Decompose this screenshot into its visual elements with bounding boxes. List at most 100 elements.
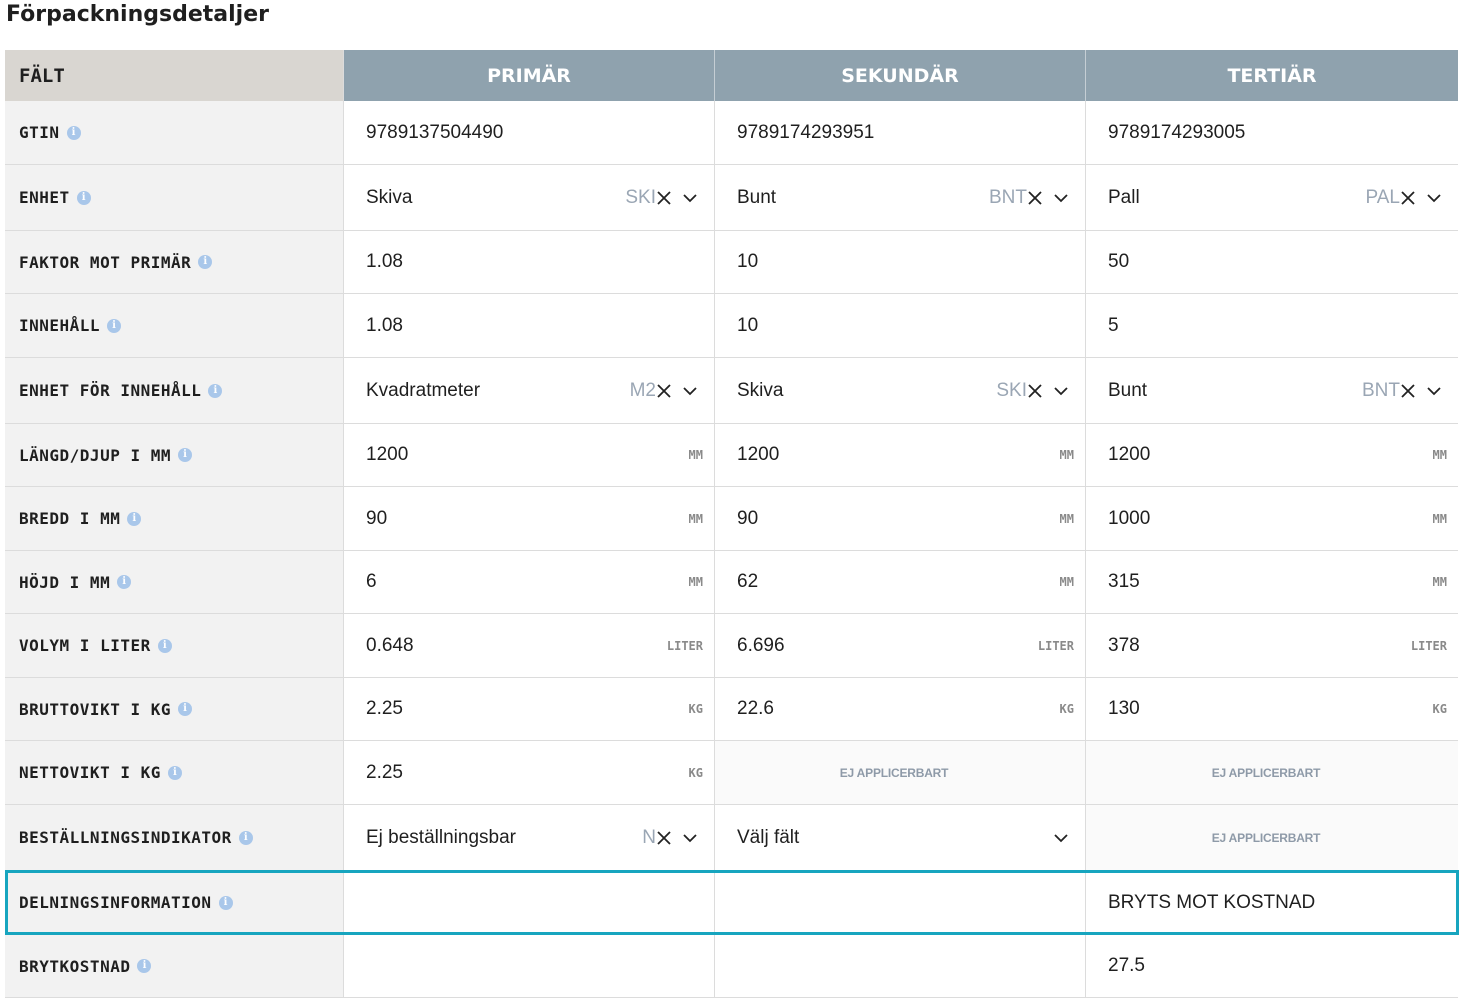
- bestallning-tertiary-na: EJ APPLICERBART: [1086, 805, 1458, 870]
- langd-tertiary-input[interactable]: 1200 MM: [1086, 424, 1458, 486]
- enhet-innehall-secondary-select[interactable]: Skiva SKI: [715, 358, 1086, 423]
- x-icon[interactable]: [1400, 190, 1416, 206]
- innehall-primary-input[interactable]: 1.08: [344, 294, 715, 357]
- field-label: LÄNGD/DJUP I MM: [19, 445, 171, 465]
- info-icon[interactable]: i: [167, 765, 182, 780]
- unit-label: MM: [1059, 575, 1074, 589]
- hojd-tertiary-input[interactable]: 315 MM: [1086, 551, 1458, 613]
- brytkostnad-tertiary-input[interactable]: 27.5: [1086, 935, 1458, 997]
- info-icon[interactable]: i: [117, 575, 132, 589]
- info-icon[interactable]: i: [178, 702, 192, 716]
- netto-primary-input[interactable]: 2.25 KG: [344, 741, 715, 804]
- select-value: Ej beställningsbar: [366, 826, 516, 848]
- bredd-secondary-input[interactable]: 90 MM: [715, 487, 1086, 550]
- volym-primary-input[interactable]: 0.648 LITER: [344, 614, 715, 677]
- chevron-down-icon[interactable]: [1426, 190, 1442, 206]
- info-icon[interactable]: i: [66, 125, 81, 140]
- info-icon[interactable]: i: [198, 255, 213, 269]
- cell-value: 9789137504490: [366, 121, 504, 143]
- brutto-tertiary-input[interactable]: 130 KG: [1086, 678, 1458, 740]
- enhet-secondary-select[interactable]: Bunt BNT: [715, 165, 1086, 230]
- unit-code: BNT: [989, 186, 1027, 208]
- field-label-cell: BREDD I MM i: [5, 487, 344, 550]
- table-row: ENHET i Skiva SKI Bunt BNT Pall PAL: [5, 165, 1458, 231]
- info-icon[interactable]: i: [137, 959, 152, 973]
- select-value: Skiva: [737, 379, 784, 401]
- page-title: Förpackningsdetaljer: [6, 2, 269, 27]
- gtin-primary-input[interactable]: 9789137504490: [344, 101, 715, 164]
- volym-secondary-input[interactable]: 6.696 LITER: [715, 614, 1086, 677]
- chevron-down-icon[interactable]: [682, 190, 698, 206]
- info-icon[interactable]: i: [178, 448, 192, 462]
- delning-primary-input[interactable]: [344, 871, 715, 934]
- unit-label: MM: [688, 575, 703, 589]
- select-placeholder: Välj fält: [737, 826, 800, 848]
- info-icon[interactable]: i: [157, 638, 172, 653]
- x-icon[interactable]: [1027, 190, 1043, 206]
- unit-label: MM: [1059, 448, 1074, 462]
- chevron-down-icon[interactable]: [1426, 383, 1442, 399]
- hojd-primary-input[interactable]: 6 MM: [344, 551, 715, 613]
- info-icon[interactable]: i: [107, 318, 122, 333]
- unit-label: LITER: [1410, 638, 1447, 653]
- table-row: LÄNGD/DJUP I MM i 1200 MM 1200 MM 1200 MM: [5, 424, 1458, 487]
- cell-value: 90: [366, 507, 388, 529]
- info-icon[interactable]: i: [127, 511, 142, 526]
- brytkostnad-secondary-input[interactable]: [715, 935, 1086, 997]
- gtin-secondary-input[interactable]: 9789174293951: [715, 101, 1086, 164]
- cell-value: BRYTS MOT KOSTNAD: [1108, 891, 1316, 913]
- langd-secondary-input[interactable]: 1200 MM: [715, 424, 1086, 486]
- enhet-innehall-tertiary-select[interactable]: Bunt BNT: [1086, 358, 1458, 423]
- volym-tertiary-input[interactable]: 378 LITER: [1086, 614, 1458, 677]
- gtin-tertiary-input[interactable]: 9789174293005: [1086, 101, 1458, 164]
- field-label-cell: BESTÄLLNINGSINDIKATOR i: [5, 805, 344, 870]
- innehall-tertiary-input[interactable]: 5: [1086, 294, 1458, 357]
- delning-tertiary-input[interactable]: BRYTS MOT KOSTNAD: [1086, 871, 1458, 934]
- table-header: FÄLT PRIMÄR SEKUNDÄR TERTIÄR: [5, 50, 1458, 101]
- field-label: FAKTOR MOT PRIMÄR: [19, 252, 192, 272]
- bredd-primary-input[interactable]: 90 MM: [344, 487, 715, 550]
- faktor-primary-input[interactable]: 1.08: [344, 231, 715, 293]
- brutto-secondary-input[interactable]: 22.6 KG: [715, 678, 1086, 740]
- hojd-secondary-input[interactable]: 62 MM: [715, 551, 1086, 613]
- field-label-cell: FAKTOR MOT PRIMÄR i: [5, 231, 344, 293]
- enhet-primary-select[interactable]: Skiva SKI: [344, 165, 715, 230]
- cell-value: 6: [366, 571, 377, 592]
- netto-secondary-na: EJ APPLICERBART: [715, 741, 1086, 804]
- faktor-tertiary-input[interactable]: 50: [1086, 231, 1458, 293]
- info-icon[interactable]: i: [208, 383, 223, 398]
- unit-label: LITER: [1037, 638, 1074, 653]
- field-label-cell: ENHET FÖR INNEHÅLL i: [5, 358, 344, 423]
- info-icon[interactable]: i: [218, 895, 233, 910]
- x-icon[interactable]: [1027, 383, 1043, 399]
- cell-value: 62: [737, 571, 759, 592]
- bestallning-primary-select[interactable]: Ej beställningsbar N: [344, 805, 715, 870]
- faktor-secondary-input[interactable]: 10: [715, 231, 1086, 293]
- x-icon[interactable]: [656, 383, 672, 399]
- enhet-tertiary-select[interactable]: Pall PAL: [1086, 165, 1458, 230]
- select-value: Bunt: [737, 186, 777, 208]
- select-value: Bunt: [1108, 379, 1148, 401]
- chevron-down-icon[interactable]: [1053, 830, 1069, 846]
- field-label: BRYTKOSTNAD: [19, 956, 131, 976]
- chevron-down-icon[interactable]: [682, 383, 698, 399]
- innehall-secondary-input[interactable]: 10: [715, 294, 1086, 357]
- enhet-innehall-primary-select[interactable]: Kvadratmeter M2: [344, 358, 715, 423]
- bredd-tertiary-input[interactable]: 1000 MM: [1086, 487, 1458, 550]
- info-icon[interactable]: i: [76, 190, 91, 205]
- brutto-primary-input[interactable]: 2.25 KG: [344, 678, 715, 740]
- brytkostnad-primary-input[interactable]: [344, 935, 715, 997]
- chevron-down-icon[interactable]: [682, 830, 698, 846]
- x-icon[interactable]: [656, 190, 672, 206]
- field-label: HÖJD I MM: [19, 572, 111, 592]
- x-icon[interactable]: [656, 830, 672, 846]
- info-icon[interactable]: i: [238, 830, 253, 845]
- langd-primary-input[interactable]: 1200 MM: [344, 424, 715, 486]
- x-icon[interactable]: [1400, 383, 1416, 399]
- field-label: BRUTTOVIKT I KG: [19, 699, 171, 719]
- chevron-down-icon[interactable]: [1053, 190, 1069, 206]
- delning-secondary-input[interactable]: [715, 871, 1086, 934]
- field-label: VOLYM I LITER: [19, 636, 151, 655]
- chevron-down-icon[interactable]: [1053, 383, 1069, 399]
- bestallning-secondary-select[interactable]: Välj fält: [715, 805, 1086, 870]
